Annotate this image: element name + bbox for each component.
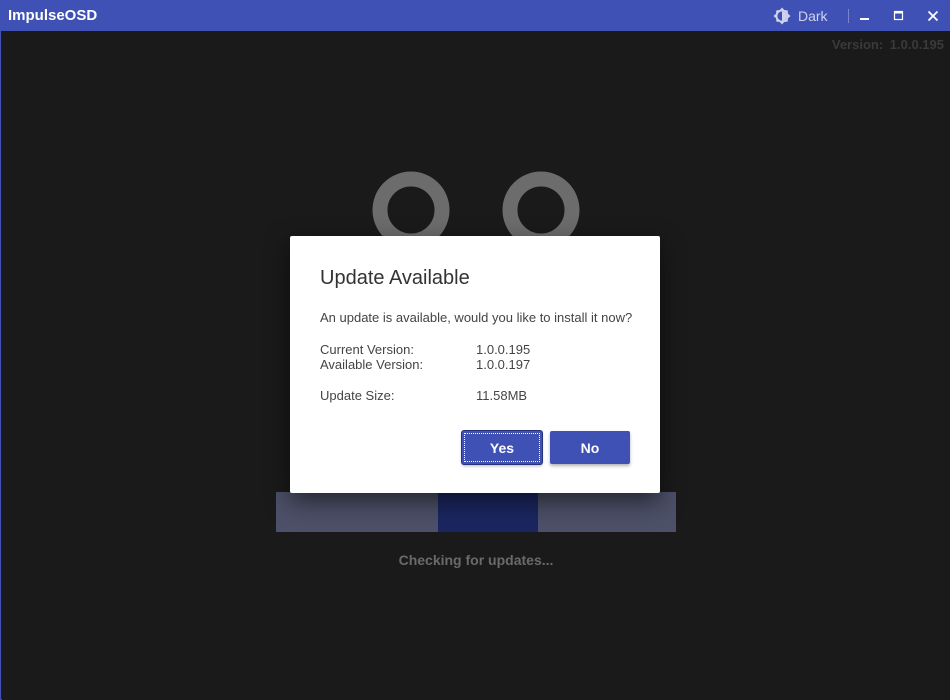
update-size-label: Update Size:: [320, 388, 395, 403]
available-version-label: Available Version:: [320, 357, 424, 372]
current-version-value: 1.0.0.195: [476, 342, 531, 357]
theme-toggle-label: Dark: [798, 8, 828, 24]
theme-contrast-icon: [773, 7, 791, 25]
update-size-value: 11.58MB: [476, 388, 528, 403]
status-text: Checking for updates...: [398, 552, 554, 568]
current-version-label: Current Version:: [320, 342, 414, 357]
minimize-button[interactable]: [849, 1, 881, 31]
no-button[interactable]: No: [550, 431, 630, 464]
dialog-message: An update is available, would you like t…: [320, 310, 633, 325]
maximize-button[interactable]: [883, 1, 915, 31]
dialog-title: Update Available: [320, 267, 470, 289]
app-logo: [372, 171, 580, 241]
update-dialog: Update Available An update is available,…: [290, 236, 660, 493]
title-bar[interactable]: ImpulseOSD Dark: [1, 1, 949, 31]
update-progress-bar: [276, 492, 676, 532]
available-version-value: 1.0.0.197: [476, 357, 531, 372]
app-logo-graphic: [372, 171, 580, 241]
available-version-row: Available Version: 1.0.0.197: [320, 357, 630, 373]
minimize-icon: [860, 18, 869, 20]
current-version-row: Current Version: 1.0.0.195: [320, 342, 630, 358]
theme-toggle-button[interactable]: Dark: [772, 6, 828, 26]
update-size-row: Update Size: 11.58MB: [320, 388, 630, 404]
update-progress-fill: [438, 492, 538, 532]
version-label: Version: 1.0.0.195: [831, 37, 944, 52]
close-icon: [927, 10, 939, 22]
yes-button[interactable]: Yes: [462, 431, 542, 464]
app-title: ImpulseOSD: [8, 7, 98, 24]
close-button[interactable]: [917, 1, 949, 31]
maximize-icon: [893, 10, 904, 21]
